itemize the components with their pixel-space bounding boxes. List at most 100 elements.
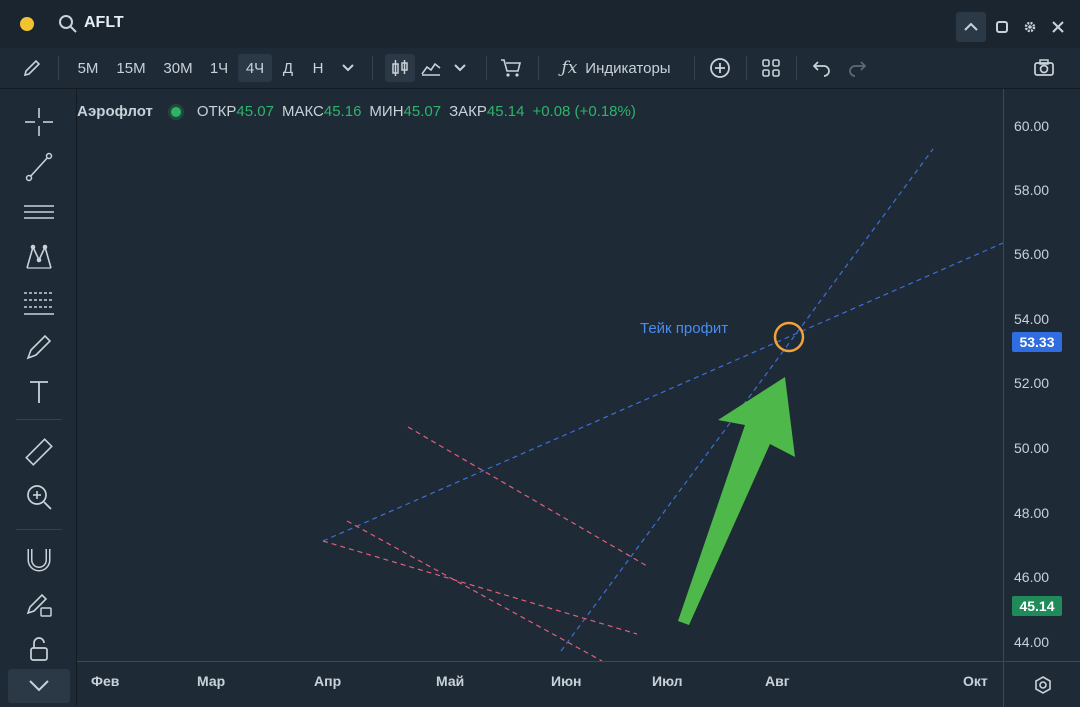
camera-icon (1034, 59, 1054, 76)
timeframe-15m[interactable]: 15M (110, 54, 152, 82)
time-tick: Июн (551, 673, 582, 689)
time-tick: Мар (197, 673, 226, 689)
low-value: 45.07 (403, 103, 442, 120)
time-tick: Май (436, 673, 465, 689)
price-tick: 60.00 (1014, 118, 1050, 134)
brush-tool[interactable] (22, 330, 56, 364)
chart-toolbar: 5M 15M 30M 1Ч 4Ч Д Н ƒx Индикаторы (0, 48, 1080, 89)
cart-icon (501, 59, 522, 77)
chart-canvas[interactable] (77, 89, 1003, 661)
time-tick: Апр (314, 673, 342, 689)
take-profit-label[interactable]: Тейк профит (640, 320, 728, 337)
timeframe-week[interactable]: Н (305, 54, 331, 82)
axis-settings-button[interactable] (1003, 661, 1080, 707)
ruler-icon (25, 438, 53, 466)
drawing-sidebar (0, 89, 77, 706)
price-axis[interactable]: 60.00 58.00 56.00 54.00 52.00 50.00 48.0… (1003, 89, 1080, 661)
time-tick: Авг (765, 673, 790, 689)
zoom-tool[interactable] (22, 480, 56, 514)
search-icon[interactable] (58, 14, 78, 34)
title-bar: AFLT (0, 0, 1080, 49)
text-icon (30, 381, 48, 403)
chart-type-more-button[interactable] (448, 54, 472, 82)
ruler-tool[interactable] (22, 435, 56, 469)
price-tick: 56.00 (1014, 246, 1050, 262)
timeframe-30m[interactable]: 30M (157, 54, 199, 82)
pattern-icon (26, 244, 52, 269)
timeframe-5m[interactable]: 5M (70, 54, 106, 82)
ohlc-legend: Аэрофлот ОТКР 45.07 МАКС 45.16 МИН 45.07… (77, 103, 636, 120)
plus-circle-icon (710, 58, 730, 78)
magnet-tool[interactable] (22, 542, 56, 576)
crosshair-icon (25, 108, 53, 136)
square-icon (996, 21, 1008, 33)
pencil-icon (23, 59, 41, 77)
green-arrow (678, 377, 795, 625)
drawing-tools-button[interactable] (18, 54, 46, 82)
trade-button[interactable] (497, 54, 525, 82)
lock-drawing-tool[interactable] (22, 587, 56, 621)
timeframe-4h[interactable]: 4Ч (238, 54, 272, 82)
screenshot-button[interactable] (1030, 54, 1058, 82)
time-axis[interactable]: Фев Мар Апр Май Июн Июл Авг Окт (77, 661, 1003, 707)
change-value: +0.08 (+0.18%) (532, 103, 636, 120)
price-tick: 58.00 (1014, 182, 1050, 198)
channel-line-bottom (346, 520, 603, 661)
undo-button[interactable] (808, 54, 836, 82)
chevron-down-icon (454, 64, 466, 72)
pattern-tool[interactable] (22, 240, 56, 274)
collapse-button[interactable] (956, 12, 986, 42)
open-label: ОТКР (196, 103, 237, 120)
parallel-lines-icon (24, 205, 54, 219)
high-label: МАКС (281, 103, 324, 120)
channel-line-top (407, 426, 648, 567)
undo-icon (812, 61, 830, 77)
more-tools-button[interactable] (8, 669, 70, 703)
price-tick: 46.00 (1014, 569, 1050, 585)
timeframe-1h[interactable]: 1Ч (204, 54, 234, 82)
indicators-button[interactable]: ƒx Индикаторы (552, 54, 680, 82)
text-tool[interactable] (22, 375, 56, 409)
close-label: ЗАКР (449, 103, 487, 120)
hexagon-settings-icon (1034, 675, 1051, 694)
unlock-tool[interactable] (22, 632, 56, 666)
redo-icon (849, 61, 867, 77)
close-button[interactable] (1046, 15, 1070, 39)
indicators-label: Индикаторы (585, 59, 671, 77)
price-tick: 48.00 (1014, 505, 1050, 521)
price-tick: 44.00 (1014, 634, 1050, 650)
trend-line-upper (322, 242, 1003, 542)
horizontal-lines-tool[interactable] (22, 195, 56, 229)
trend-line-steep (560, 148, 934, 652)
redo-button[interactable] (843, 54, 871, 82)
add-button[interactable] (706, 54, 734, 82)
chart-type-area-button[interactable] (418, 54, 444, 82)
price-tick: 50.00 (1014, 440, 1050, 456)
grid-icon (762, 59, 780, 77)
price-tick: 52.00 (1014, 375, 1050, 391)
symbol-color-marker[interactable] (20, 17, 34, 31)
instrument-name[interactable]: Аэрофлот (77, 103, 153, 120)
layout-button[interactable] (757, 54, 785, 82)
time-tick: Фев (91, 673, 120, 689)
trend-line-tool[interactable] (22, 150, 56, 184)
chart-type-candles-button[interactable] (385, 54, 415, 82)
brush-icon (26, 334, 52, 360)
live-indicator (170, 106, 181, 117)
low-label: МИН (369, 103, 404, 120)
time-tick: Июл (652, 673, 683, 689)
drawings (322, 148, 1003, 661)
close-value: 45.14 (486, 103, 525, 120)
chevron-up-icon (964, 22, 978, 31)
maximize-button[interactable] (990, 15, 1014, 39)
symbol-name[interactable]: AFLT (84, 14, 124, 32)
settings-button[interactable] (1018, 15, 1042, 39)
take-profit-price-tag: 53.33 (1012, 332, 1062, 352)
crosshair-tool[interactable] (22, 105, 56, 139)
timeframe-more-button[interactable] (336, 54, 360, 82)
time-tick: Окт (963, 673, 988, 689)
close-icon (1052, 21, 1064, 33)
timeframe-day[interactable]: Д (276, 54, 300, 82)
gear-icon (1024, 21, 1036, 33)
fibonacci-tool[interactable] (22, 285, 56, 319)
